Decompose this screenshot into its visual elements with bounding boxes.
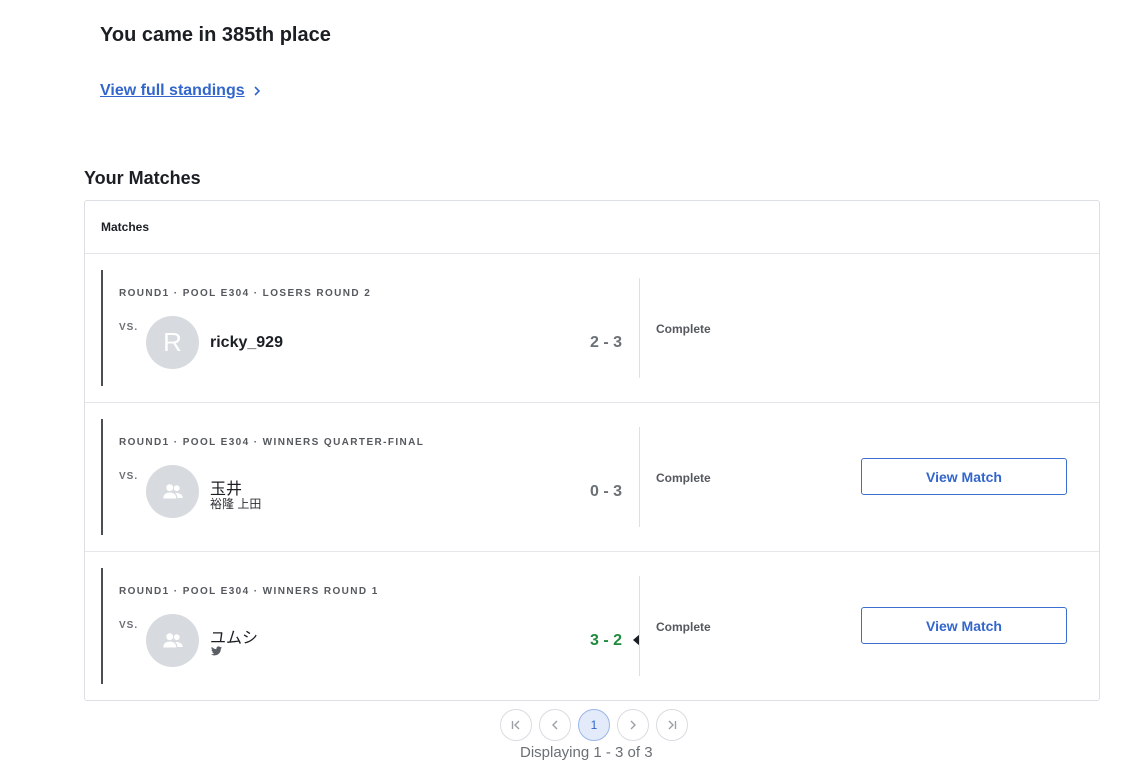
first-page-button[interactable] <box>500 709 532 741</box>
match-status: Complete <box>656 471 711 485</box>
match-accent-bar <box>101 419 103 535</box>
page-number-button[interactable]: 1 <box>578 709 610 741</box>
divider <box>639 576 640 676</box>
your-matches-heading: Your Matches <box>84 168 201 188</box>
opponent-name[interactable]: ricky_929 <box>210 334 283 352</box>
match-round-label: ROUND1 · POOL E304 · WINNERS ROUND 1 <box>119 586 379 597</box>
chevron-right-icon <box>630 720 636 730</box>
opponent-avatar: R <box>146 316 199 369</box>
next-page-button[interactable] <box>617 709 649 741</box>
match-score: 0 - 3 <box>589 483 622 500</box>
people-icon <box>162 632 183 647</box>
match-score: 2 - 3 <box>589 334 622 351</box>
view-match-button[interactable]: View Match <box>861 607 1067 644</box>
match-status: Complete <box>656 322 711 336</box>
divider <box>639 278 640 378</box>
people-icon <box>162 483 183 498</box>
matches-card-header: Matches <box>85 201 1099 254</box>
divider <box>639 427 640 527</box>
match-row: ROUND1 · POOL E304 · WINNERS ROUND 1 VS.… <box>85 552 1099 699</box>
match-round-label: ROUND1 · POOL E304 · LOSERS ROUND 2 <box>119 288 372 299</box>
match-status: Complete <box>656 620 711 634</box>
match-row: ROUND1 · POOL E304 · LOSERS ROUND 2 VS. … <box>85 254 1099 403</box>
view-match-button[interactable]: View Match <box>861 458 1067 495</box>
previous-page-button[interactable] <box>539 709 571 741</box>
avatar-letter: R <box>163 327 182 357</box>
vs-label: VS. <box>119 471 139 482</box>
match-round-label: ROUND1 · POOL E304 · WINNERS QUARTER-FIN… <box>119 437 425 448</box>
opponent-subname: 裕隆 上田 <box>210 497 262 511</box>
view-full-standings-link[interactable]: View full standings <box>100 82 263 100</box>
pagination: 1 <box>500 709 688 741</box>
match-score: 3 - 2 <box>589 632 622 649</box>
displaying-count: Displaying 1 - 3 of 3 <box>520 744 653 761</box>
vs-label: VS. <box>119 322 139 333</box>
standings-link-label: View full standings <box>100 82 245 99</box>
twitter-icon[interactable] <box>211 646 222 656</box>
last-page-icon <box>668 720 677 730</box>
team-avatar <box>146 465 199 518</box>
chevron-right-icon <box>254 86 260 96</box>
match-row: ROUND1 · POOL E304 · WINNERS QUARTER-FIN… <box>85 403 1099 552</box>
last-page-button[interactable] <box>656 709 688 741</box>
first-page-icon <box>511 720 520 730</box>
placement-heading: You came in 385th place <box>100 24 331 46</box>
chevron-left-icon <box>552 720 558 730</box>
matches-card: Matches ROUND1 · POOL E304 · LOSERS ROUN… <box>84 200 1100 701</box>
team-avatar <box>146 614 199 667</box>
match-accent-bar <box>101 568 103 684</box>
vs-label: VS. <box>119 620 139 631</box>
match-accent-bar <box>101 270 103 386</box>
opponent-name[interactable]: ユムシ <box>210 624 258 648</box>
